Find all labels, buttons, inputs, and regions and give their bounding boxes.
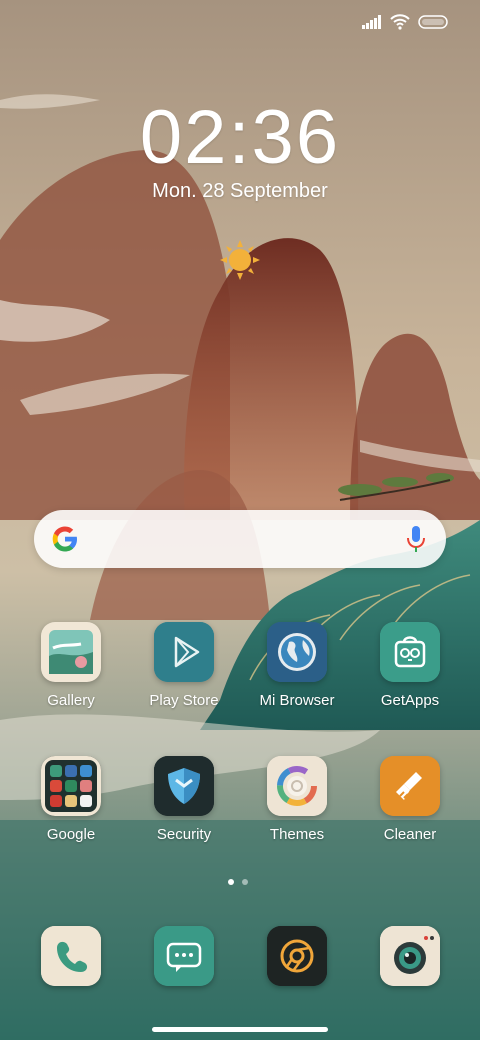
phone-icon: [41, 926, 101, 986]
app-label: GetApps: [380, 692, 440, 709]
app-label: Play Store: [149, 692, 219, 709]
dock-phone[interactable]: [41, 926, 101, 986]
broom-icon: [380, 756, 440, 816]
home-gesture-bar[interactable]: [152, 1027, 328, 1032]
dock-messages[interactable]: [154, 926, 214, 986]
app-play-store[interactable]: Play Store: [129, 622, 239, 709]
wifi-icon: [390, 14, 410, 30]
lockscreen-clock: 02:36: [139, 95, 341, 180]
dock-camera[interactable]: [380, 926, 440, 986]
app-label: Google: [46, 826, 96, 843]
google-search-bar[interactable]: [34, 510, 446, 568]
status-bar: [362, 10, 450, 34]
messages-icon: [154, 926, 214, 986]
app-cleaner[interactable]: Cleaner: [355, 756, 465, 843]
sun-icon[interactable]: [220, 240, 260, 280]
google-folder-icon: [41, 756, 101, 816]
app-label: Themes: [269, 826, 325, 843]
app-getapps[interactable]: GetApps: [355, 622, 465, 709]
mic-icon[interactable]: [404, 524, 428, 554]
shield-icon: [154, 756, 214, 816]
page-indicator: [228, 879, 248, 885]
chrome-icon: [267, 926, 327, 986]
app-gallery[interactable]: Gallery: [16, 622, 126, 709]
app-label: Gallery: [47, 692, 95, 709]
globe-icon: [267, 622, 327, 682]
app-label: Mi Browser: [259, 692, 335, 709]
google-g-icon: [52, 526, 77, 552]
battery-icon: [418, 15, 448, 29]
app-label: Security: [156, 826, 212, 843]
getapps-icon: [380, 622, 440, 682]
page-dot-active: [228, 879, 234, 885]
play-store-icon: [154, 622, 214, 682]
lockscreen-date: Mon. 28 September: [152, 180, 328, 202]
app-label: Cleaner: [383, 826, 437, 843]
camera-icon: [380, 926, 440, 986]
signal-icon: [362, 15, 381, 29]
app-google-folder[interactable]: Google: [16, 756, 126, 843]
app-mi-browser[interactable]: Mi Browser: [242, 622, 352, 709]
gallery-icon: [41, 622, 101, 682]
app-themes[interactable]: Themes: [242, 756, 352, 843]
app-security[interactable]: Security: [129, 756, 239, 843]
themes-icon: [267, 756, 327, 816]
page-dot: [242, 879, 248, 885]
dock-chrome[interactable]: [267, 926, 327, 986]
